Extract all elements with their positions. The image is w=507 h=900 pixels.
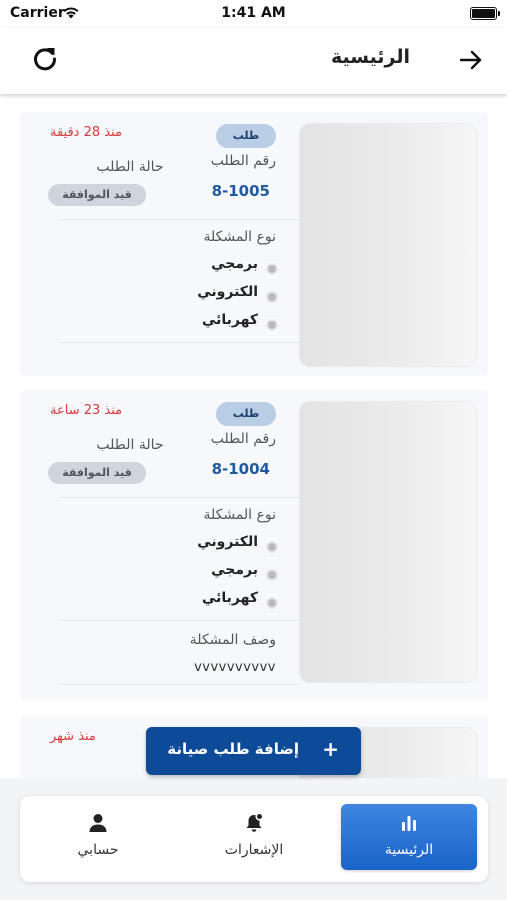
order-type-badge: طلب xyxy=(216,402,276,426)
divider xyxy=(60,497,300,498)
order-type-badge: طلب xyxy=(216,124,276,148)
divider xyxy=(60,620,300,621)
nav-account-label: حسابي xyxy=(77,842,119,858)
add-maintenance-request-button[interactable]: إضافة طلب صيانة + xyxy=(146,727,361,775)
order-time-ago: منذ 28 دقيقة xyxy=(50,125,122,140)
status-badge: قيد الموافقة xyxy=(48,462,146,484)
nav-notifications-label: الإشعارات xyxy=(224,842,284,858)
nav-account[interactable]: حسابي xyxy=(30,804,166,870)
status-bar: Carrier 1:41 AM xyxy=(0,0,507,28)
nav-notifications[interactable]: الإشعارات xyxy=(186,804,322,870)
problem-type-item: الكتروني xyxy=(76,284,278,306)
problem-type-label: نوع المشكلة xyxy=(203,507,276,523)
problem-type-item: برمجي xyxy=(76,256,278,278)
order-card[interactable]: طلب منذ 28 دقيقة رقم الطلب حالة الطلب 8-… xyxy=(20,112,488,376)
refresh-icon[interactable] xyxy=(30,44,60,74)
battery-icon xyxy=(470,7,500,20)
orders-list: طلب منذ 28 دقيقة رقم الطلب حالة الطلب 8-… xyxy=(0,94,507,794)
problem-type-item: كهربائي xyxy=(76,590,278,612)
bullet-icon xyxy=(266,319,278,331)
divider xyxy=(60,342,300,343)
order-time-ago: منذ شهر xyxy=(50,729,96,744)
problem-type-label: نوع المشكلة xyxy=(203,229,276,245)
plus-icon: + xyxy=(322,737,339,761)
order-time-ago: منذ 23 ساعة xyxy=(50,403,123,418)
user-icon xyxy=(89,814,107,832)
add-request-label: إضافة طلب صيانة xyxy=(167,740,299,758)
divider xyxy=(60,684,300,685)
bar-chart-icon xyxy=(402,816,416,831)
problem-type-item: برمجي xyxy=(76,562,278,584)
order-image xyxy=(300,402,476,682)
bullet-icon xyxy=(266,291,278,303)
order-status-label: حالة الطلب xyxy=(96,159,164,175)
order-status-label: حالة الطلب xyxy=(96,437,164,453)
nav-home-label: الرئيسية xyxy=(384,842,434,858)
page-title: الرئيسية xyxy=(331,46,410,68)
problem-description-label: وصف المشكلة xyxy=(189,632,276,648)
bullet-icon xyxy=(266,263,278,275)
app-header: الرئيسية xyxy=(0,28,507,94)
bottom-navigation: الرئيسية الإشعارات حسابي xyxy=(20,796,488,882)
bullet-icon xyxy=(266,541,278,553)
order-card[interactable]: طلب منذ 23 ساعة رقم الطلب حالة الطلب 8-1… xyxy=(20,390,488,700)
status-badge: قيد الموافقة xyxy=(48,184,146,206)
bell-icon xyxy=(246,812,264,832)
order-image xyxy=(300,124,476,366)
problem-description: vvvvvvvvvv xyxy=(194,660,276,675)
back-arrow-icon[interactable] xyxy=(457,46,485,74)
problem-type-item: الكتروني xyxy=(76,534,278,556)
problem-type-item: كهربائي xyxy=(76,312,278,334)
bullet-icon xyxy=(266,597,278,609)
bullet-icon xyxy=(266,569,278,581)
clock: 1:41 AM xyxy=(221,5,286,21)
nav-home[interactable]: الرئيسية xyxy=(341,804,477,870)
divider xyxy=(60,219,300,220)
